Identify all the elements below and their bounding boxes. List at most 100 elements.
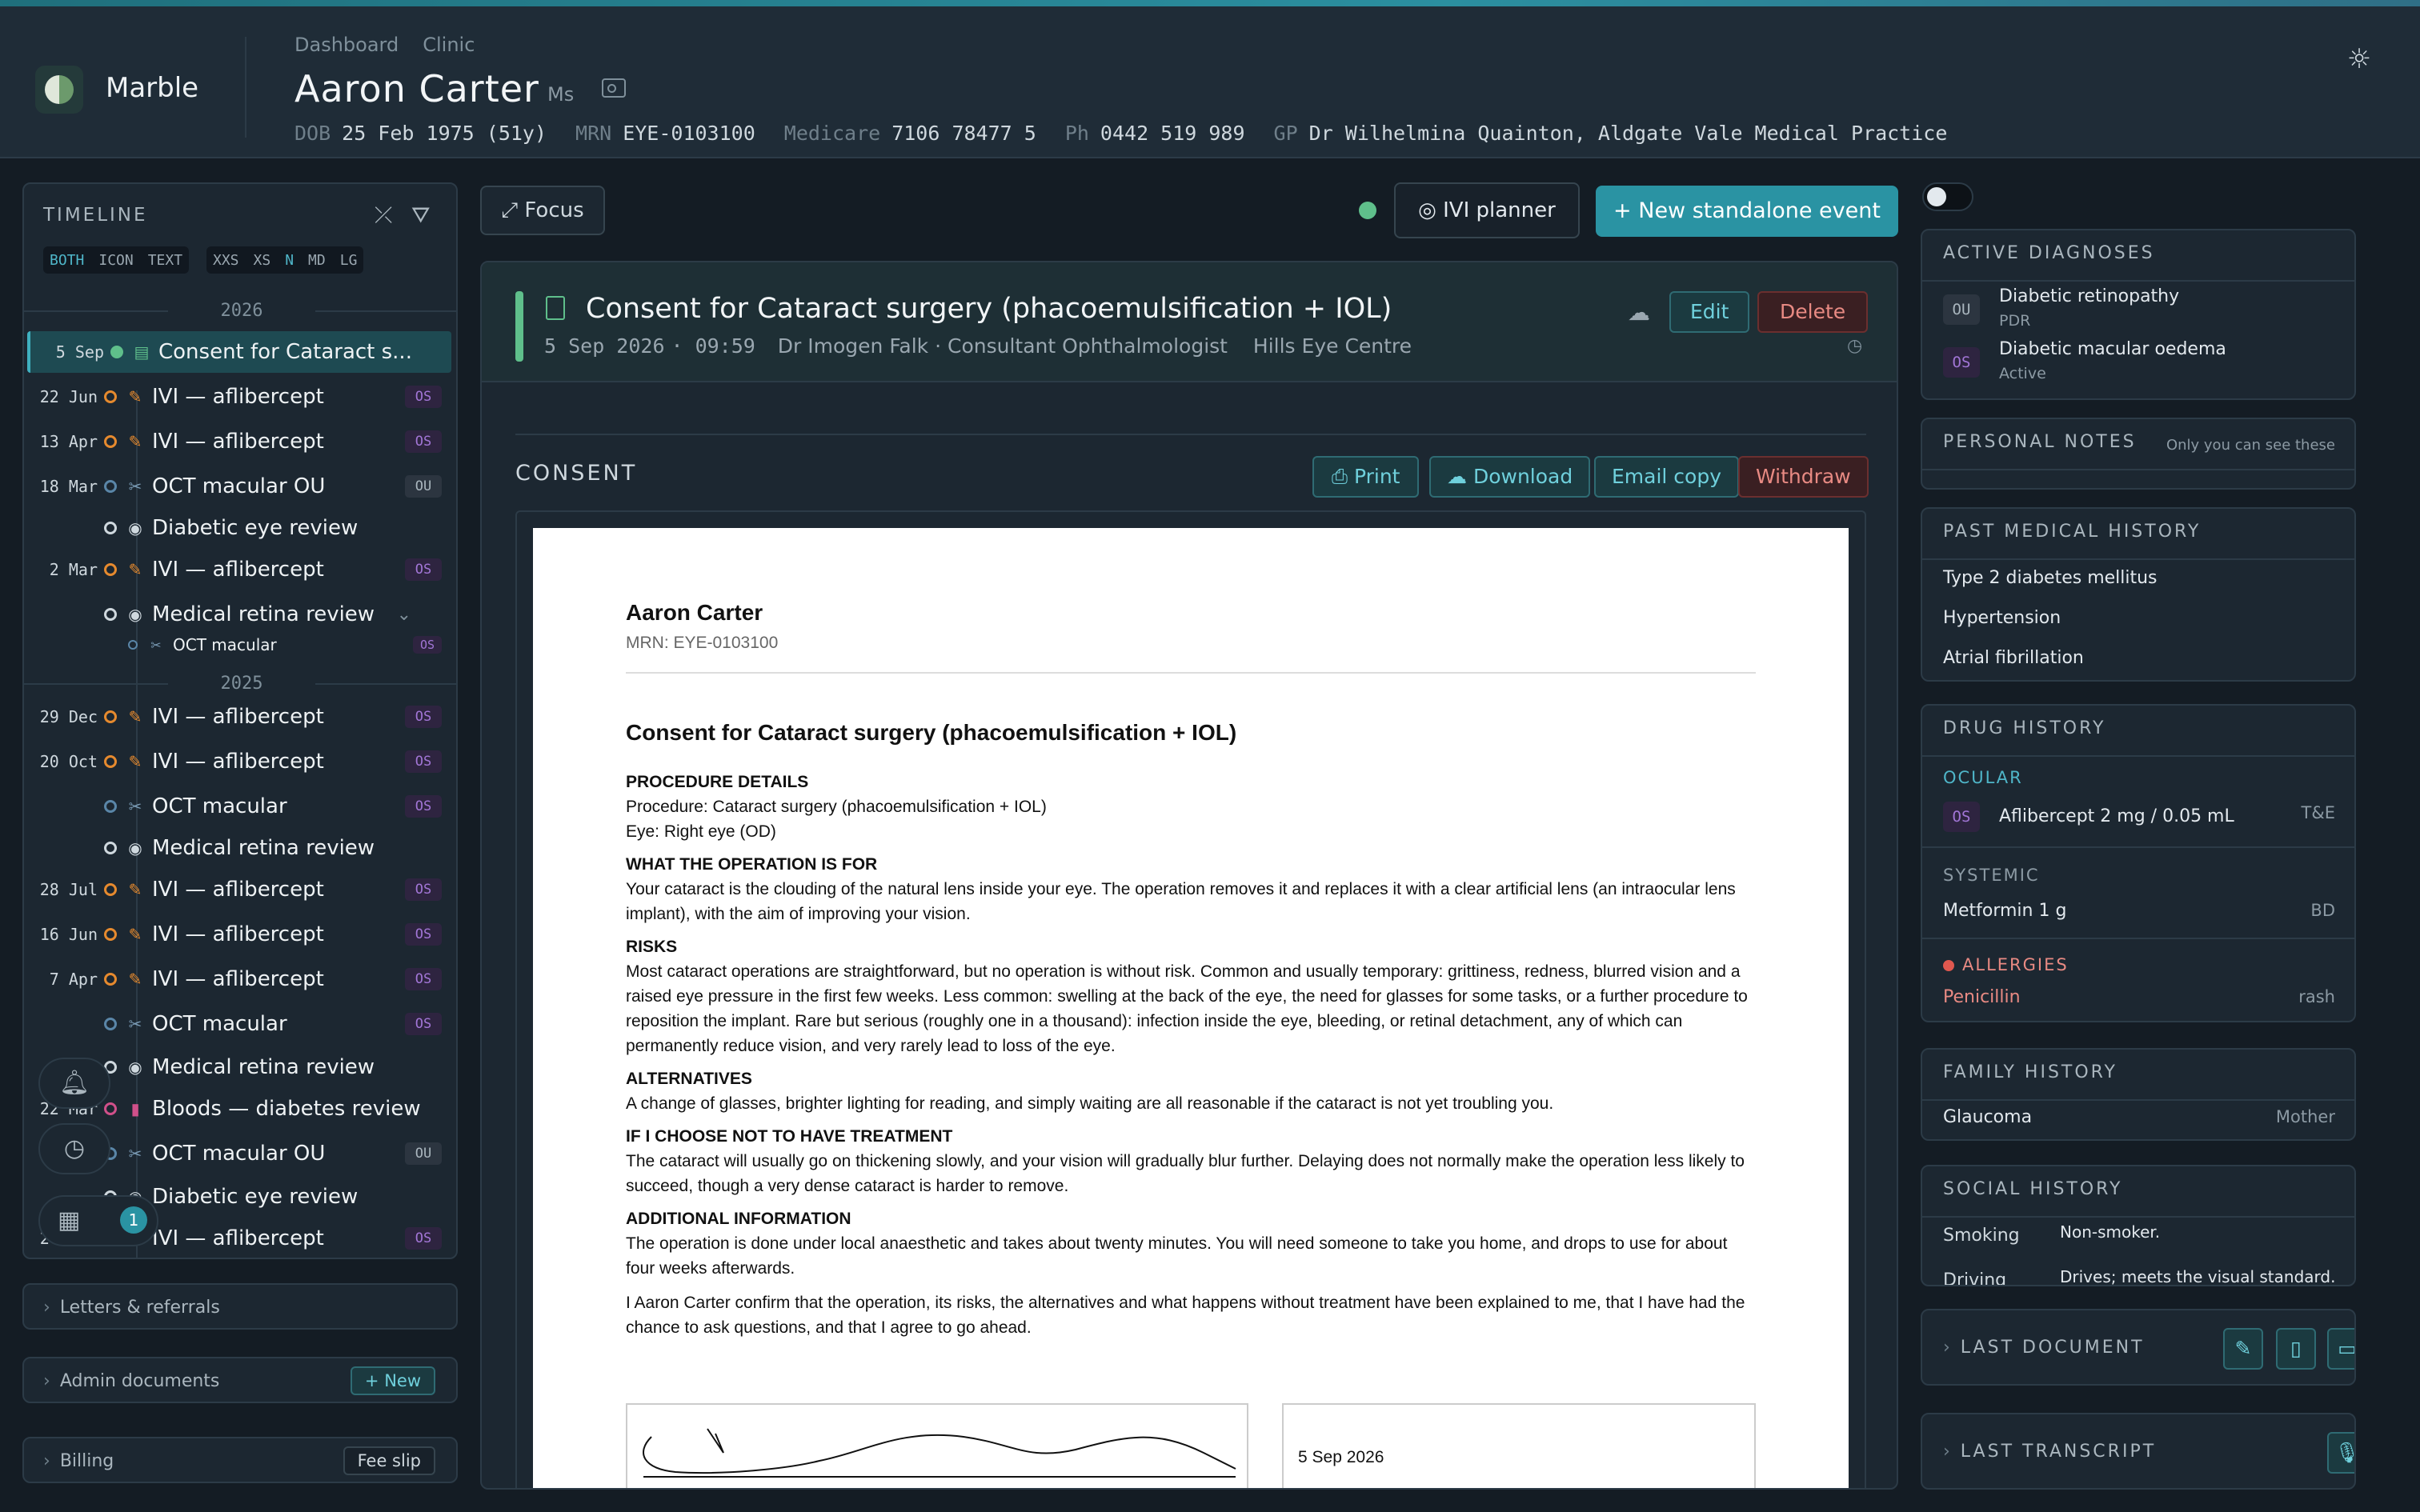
doc-confirmation: I Aaron Carter confirm that the operatio… <box>626 1294 1745 1337</box>
patient-demographics: DOB 25 Feb 1975 (51y) MRN EYE-0103100 Medi… <box>294 122 1965 145</box>
timeline-row[interactable]: ◉ Medical retina review <box>24 827 456 869</box>
new-standalone-event-button[interactable]: + New standalone event <box>1596 186 1898 237</box>
card-divider <box>1922 1216 2354 1218</box>
letters-referrals-section[interactable]: Letters & referrals <box>22 1283 458 1330</box>
diagnosis-name[interactable]: Diabetic macular oedema <box>1999 339 2226 359</box>
timeline-row[interactable]: 7 Apr ✎ IVI — aflibercept OS <box>24 958 456 1000</box>
microphone-icon[interactable]: 🎙︎ <box>2327 1432 2354 1474</box>
withdraw-button[interactable]: Withdraw <box>1738 456 1869 498</box>
timeline-row[interactable]: 16 Jun ✎ IVI — aflibercept OS <box>24 914 456 955</box>
timeline-row[interactable]: 22 Jun ✎ IVI — aflibercept OS <box>24 376 456 418</box>
signature-date: 5 Sep 2026 <box>1298 1448 1384 1466</box>
event-dot <box>104 608 117 621</box>
syringe-icon: ✎ <box>128 880 142 899</box>
print-button[interactable]: ⎙ Print <box>1312 456 1420 498</box>
event-dot <box>104 480 117 493</box>
diagnosis-status: Active <box>1999 365 2046 382</box>
blood-tube-icon: ▮ <box>130 1099 140 1118</box>
timeline-row[interactable]: 28 Jul ✎ IVI — aflibercept OS <box>24 869 456 910</box>
size-xxs[interactable]: XXS <box>213 252 239 269</box>
section-divider <box>515 434 1866 435</box>
fee-slip-button[interactable]: Fee slip <box>343 1446 435 1475</box>
filter-icon[interactable]: ⛛ <box>411 202 431 229</box>
size-lg[interactable]: LG <box>340 252 358 269</box>
density-toggle: XXS XS N MD LG <box>206 246 364 274</box>
timeline-row[interactable]: ✂ OCT macular OS <box>24 1003 456 1045</box>
event-dot <box>104 522 117 534</box>
scan-icon: ✂ <box>128 1144 142 1163</box>
logo-mark-icon <box>45 75 74 104</box>
timeline-row[interactable]: 20 Oct ✎ IVI — aflibercept OS <box>24 741 456 782</box>
card-title: SOCIAL HISTORY <box>1943 1179 2123 1199</box>
cloud-upload-icon[interactable]: ☁ <box>1628 299 1650 326</box>
mode-icon[interactable]: ICON <box>98 252 133 269</box>
doc-heading: ADDITIONAL INFORMATION <box>626 1210 851 1228</box>
ivi-planner-button[interactable]: ◎ IVI planner <box>1394 182 1580 238</box>
target-icon: ◎ <box>1418 198 1444 222</box>
admin-documents-section[interactable]: Admin documents+ New <box>22 1357 458 1403</box>
marble-logo[interactable] <box>35 66 83 114</box>
focus-button[interactable]: ⤢ Focus <box>480 186 605 235</box>
patient-header: Marble Dashboard Clinic Aaron Carter Ms … <box>0 6 2420 158</box>
id-card-icon[interactable] <box>602 78 626 98</box>
edit-button[interactable]: Edit <box>1669 291 1750 333</box>
online-status-dot <box>1359 202 1376 219</box>
mrn-value: EYE-0103100 <box>623 122 755 145</box>
event-dot <box>104 800 117 813</box>
eye-tag: OS <box>405 878 442 901</box>
size-xs[interactable]: XS <box>254 252 271 269</box>
timeline-row[interactable]: 2 Mar ✎ IVI — aflibercept OS <box>24 549 456 590</box>
timeline-subrow[interactable]: ✂ OCT macular OS <box>24 629 456 661</box>
event-dot <box>104 842 117 854</box>
personal-notes-card[interactable]: PERSONAL NOTES Only you can see these <box>1921 418 2356 490</box>
eye-tag: OU <box>405 475 442 498</box>
collapse-icon[interactable]: ⤫ <box>375 202 392 229</box>
timeline-row[interactable]: ✂ OCT macular OS <box>24 786 456 827</box>
history-clock-icon[interactable]: ◷ <box>1847 336 1862 356</box>
notifications-button[interactable]: 🔔︎ <box>38 1058 110 1109</box>
tablet-icon[interactable]: ▯ <box>2276 1328 2316 1370</box>
timeline-row[interactable]: 13 Apr ✎ IVI — aflibercept OS <box>24 421 456 462</box>
delete-button[interactable]: Delete <box>1757 291 1869 333</box>
clock-icon: ◷ <box>63 1134 86 1162</box>
syringe-icon: ✎ <box>128 387 142 406</box>
dob-key: DOB <box>294 122 331 145</box>
card-divider <box>1922 755 2354 757</box>
breadcrumb-dashboard[interactable]: Dashboard <box>294 34 399 56</box>
doc-heading: ALTERNATIVES <box>626 1070 752 1088</box>
download-button[interactable]: ☁ Download <box>1429 456 1591 498</box>
systemic-drug: Metformin 1 g <box>1943 901 2067 921</box>
new-admin-document-button[interactable]: + New <box>350 1366 435 1395</box>
email-copy-button[interactable]: Email copy <box>1594 456 1740 498</box>
mode-text[interactable]: TEXT <box>148 252 182 269</box>
chevron-down-icon[interactable]: ⌄ <box>397 605 411 625</box>
size-n[interactable]: N <box>285 252 294 269</box>
billing-section[interactable]: BillingFee slip <box>22 1437 458 1483</box>
timeline-row[interactable]: 18 Mar ✂ OCT macular OU OU <box>24 466 456 507</box>
size-md[interactable]: MD <box>308 252 326 269</box>
timeline-row[interactable]: 5 Sep ▤ Consent for Cataract s... <box>27 331 451 373</box>
event-dot <box>128 640 138 650</box>
event-dot <box>104 710 117 723</box>
mode-both[interactable]: BOTH <box>50 252 84 269</box>
pen-icon[interactable]: ✎ <box>2223 1328 2263 1370</box>
monitor-icon[interactable]: ▭ <box>2327 1328 2354 1370</box>
timeline-title: TIMELINE <box>43 205 148 226</box>
timeline-row[interactable]: 29 Dec ✎ IVI — aflibercept OS <box>24 696 456 738</box>
timeline-row[interactable]: ◉Diabetic eye review <box>24 507 456 549</box>
patient-name: Aaron Carter <box>294 67 539 110</box>
eye-icon: ◉ <box>128 518 142 538</box>
panel-toggle-switch[interactable] <box>1922 182 1973 211</box>
eye-tag: OS <box>405 386 442 408</box>
eye-icon: ◉ <box>128 838 142 858</box>
doc-paragraph: Most cataract operations are straightfor… <box>626 962 1748 1055</box>
history-button[interactable]: ◷ <box>38 1123 110 1174</box>
diagnosis-name[interactable]: Diabetic retinopathy <box>1999 286 2179 306</box>
event-dot <box>104 1018 117 1030</box>
breadcrumb-clinic[interactable]: Clinic <box>423 34 475 56</box>
last-document-card[interactable]: › LAST DOCUMENT ✎ ▯ ▭ <box>1921 1309 2356 1386</box>
theme-sun-icon[interactable]: ☼ <box>2345 45 2374 74</box>
consent-heading: CONSENT <box>515 461 638 486</box>
event-header: Consent for Cataract surgery (phacoemuls… <box>482 262 1897 382</box>
last-transcript-card[interactable]: › LAST TRANSCRIPT 🎙︎ <box>1921 1413 2356 1490</box>
